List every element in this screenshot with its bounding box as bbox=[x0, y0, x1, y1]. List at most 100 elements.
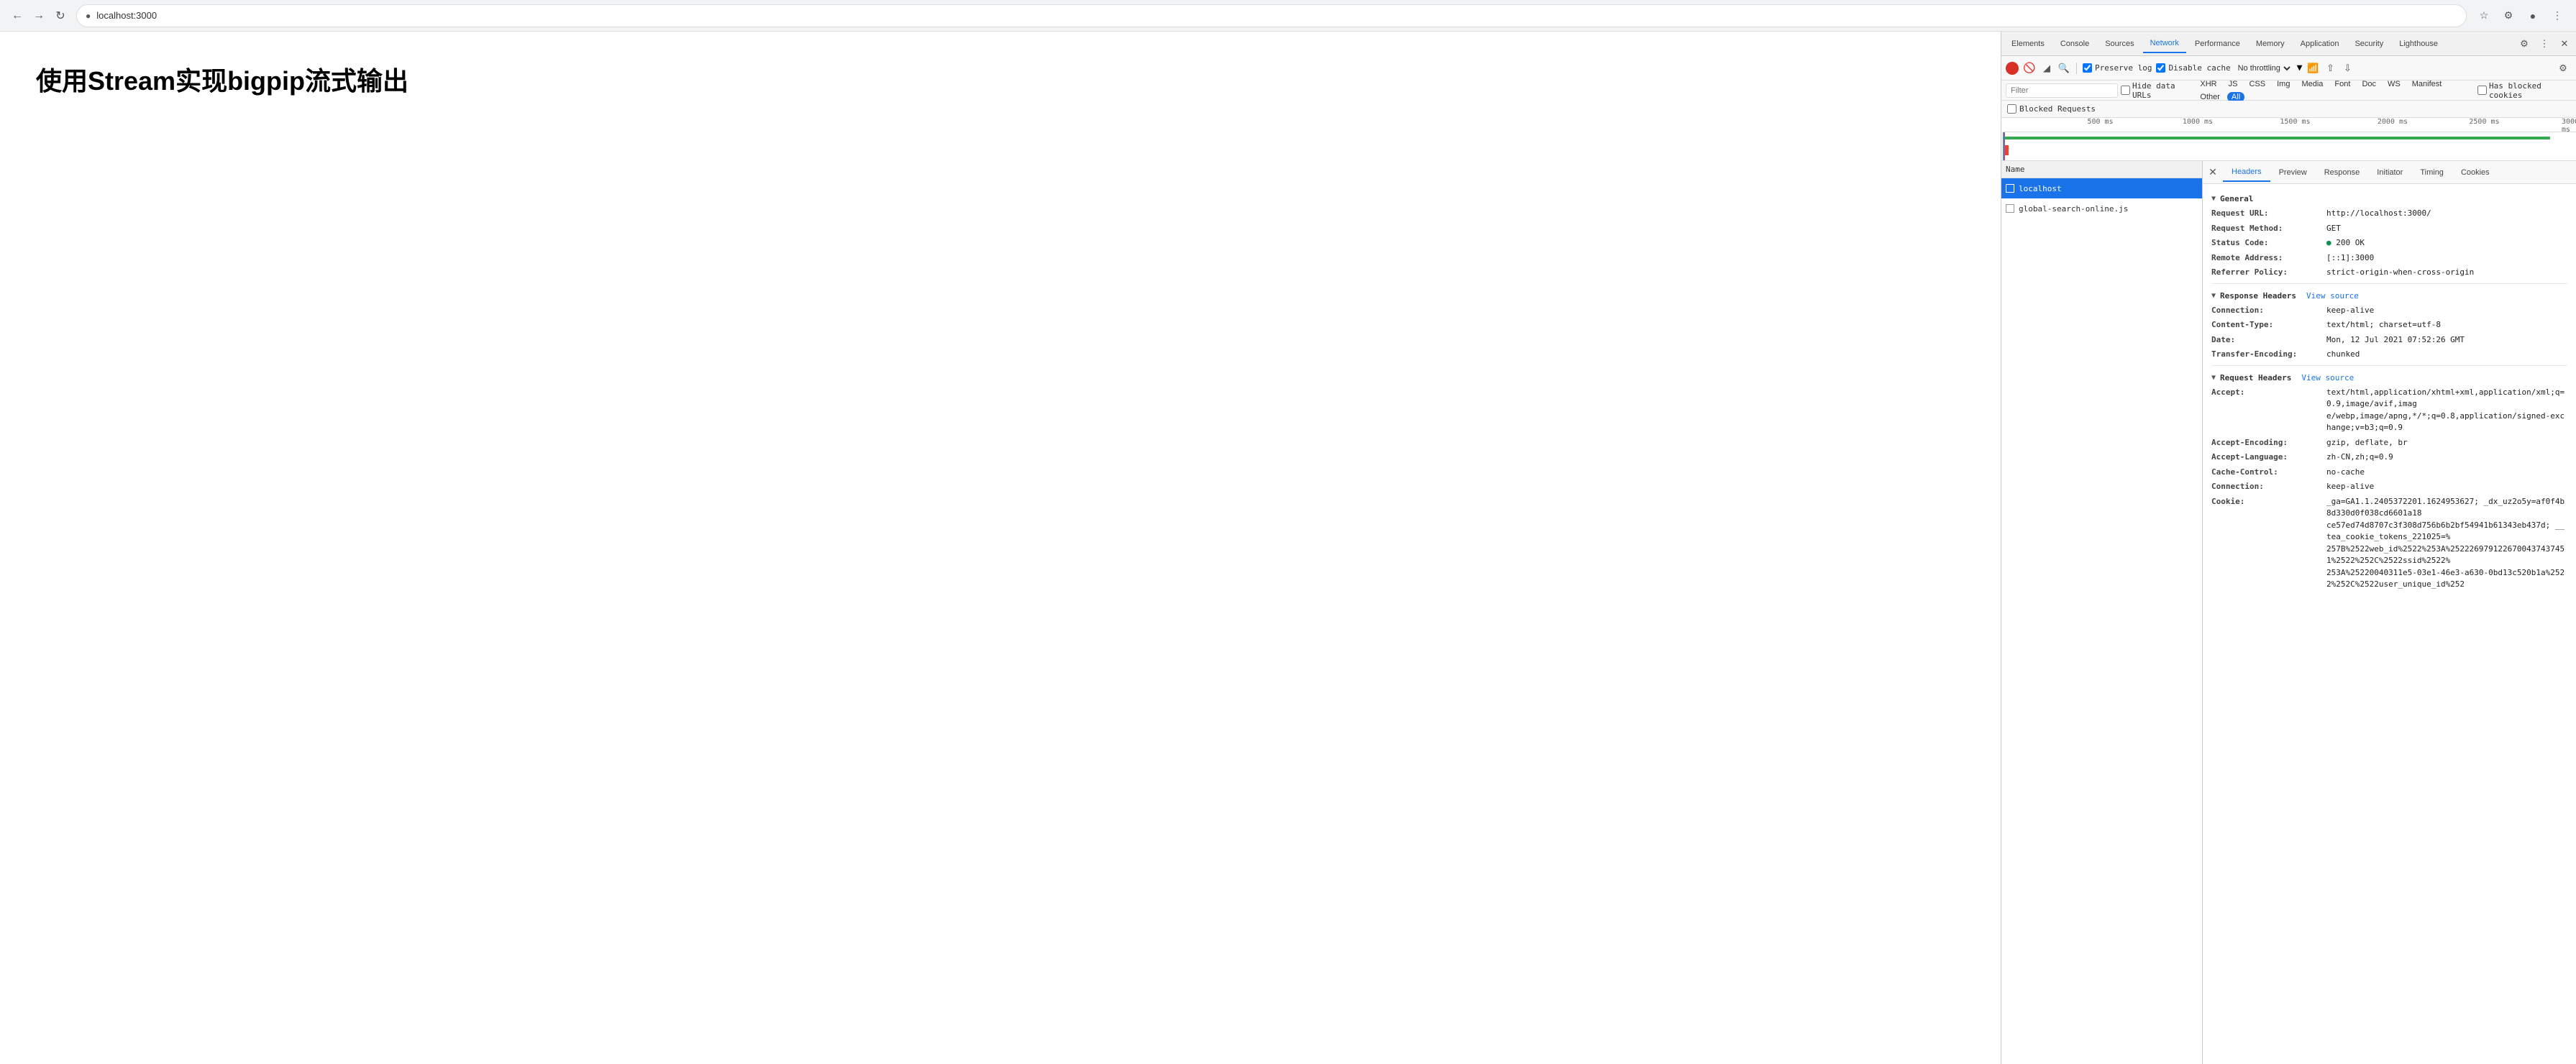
filter-type-font[interactable]: Font bbox=[2330, 79, 2355, 89]
details-tab-timing[interactable]: Timing bbox=[2411, 164, 2452, 181]
has-blocked-cookies-checkbox[interactable] bbox=[2477, 86, 2487, 95]
request-item-localhost[interactable]: localhost bbox=[2001, 178, 2202, 198]
req-cookie-row: Cookie: _ga=GA1.1.2405372201.1624953627;… bbox=[2211, 495, 2567, 592]
devtools-icons: ⚙ ⋮ ✕ bbox=[2516, 35, 2573, 52]
filter-type-manifest[interactable]: Manifest bbox=[2408, 79, 2447, 89]
request-headers-view-source[interactable]: View source bbox=[2301, 373, 2354, 382]
request-list: Name localhost global-search-online.js bbox=[2001, 161, 2203, 1064]
request-method-row: Request Method: GET bbox=[2211, 221, 2567, 237]
has-blocked-cookies-label[interactable]: Has blocked cookies bbox=[2477, 81, 2572, 100]
req-accept-language-label: Accept-Language: bbox=[2211, 451, 2326, 464]
response-headers-view-source[interactable]: View source bbox=[2306, 291, 2359, 301]
req-connection-row: Connection: keep-alive bbox=[2211, 480, 2567, 495]
address-bar[interactable]: ● localhost:3000 bbox=[76, 4, 2467, 27]
profile-button[interactable]: ● bbox=[2523, 6, 2543, 26]
network-settings-button[interactable]: ⚙ bbox=[2554, 60, 2572, 77]
request-url-value: http://localhost:3000/ bbox=[2326, 208, 2431, 220]
request-item-global-search[interactable]: global-search-online.js bbox=[2001, 198, 2202, 219]
close-devtools-button[interactable]: ✕ bbox=[2556, 35, 2573, 52]
tab-lighthouse[interactable]: Lighthouse bbox=[2392, 35, 2445, 52]
disable-cache-checkbox[interactable] bbox=[2156, 63, 2165, 73]
filter-type-xhr[interactable]: XHR bbox=[2196, 79, 2221, 89]
forward-button[interactable]: → bbox=[30, 7, 47, 24]
details-tab-cookies[interactable]: Cookies bbox=[2452, 164, 2498, 181]
import-button[interactable]: ⇧ bbox=[2324, 62, 2337, 75]
tab-network[interactable]: Network bbox=[2143, 35, 2186, 53]
page-title: 使用Stream实现bigpip流式输出 bbox=[36, 60, 1965, 98]
hide-data-urls-checkbox[interactable] bbox=[2121, 86, 2130, 95]
blocked-requests-label[interactable]: Blocked Requests bbox=[2007, 104, 2096, 114]
star-button[interactable]: ☆ bbox=[2474, 6, 2494, 26]
remote-address-value: [::1]:3000 bbox=[2326, 252, 2374, 265]
req-accept-row: Accept: text/html,application/xhtml+xml,… bbox=[2211, 385, 2567, 436]
response-headers-toggle-icon: ▼ bbox=[2211, 292, 2216, 300]
main-container: 使用Stream实现bigpip流式输出 Elements Console So… bbox=[0, 32, 2576, 1064]
tab-performance[interactable]: Performance bbox=[2188, 35, 2247, 52]
details-tab-preview[interactable]: Preview bbox=[2270, 164, 2316, 181]
section-divider-2 bbox=[2211, 365, 2567, 366]
request-headers-toggle-icon: ▼ bbox=[2211, 374, 2216, 382]
disable-cache-label: Disable cache bbox=[2168, 63, 2230, 73]
tab-elements[interactable]: Elements bbox=[2004, 35, 2052, 52]
tab-console[interactable]: Console bbox=[2053, 35, 2096, 52]
details-tab-response[interactable]: Response bbox=[2316, 164, 2369, 181]
more-options-icon-button[interactable]: ⋮ bbox=[2536, 35, 2553, 52]
filter-type-js[interactable]: JS bbox=[2224, 79, 2242, 89]
preserve-log-checkbox-label[interactable]: Preserve log bbox=[2083, 63, 2152, 73]
details-tab-bar: ✕ Headers Preview Response Initiator Tim… bbox=[2203, 161, 2576, 184]
req-cache-control-value: no-cache bbox=[2326, 467, 2365, 479]
throttle-dropdown-icon[interactable]: ▼ bbox=[2297, 63, 2303, 73]
timeline-labels: 500 ms 1000 ms 1500 ms 2000 ms 2500 ms 3… bbox=[2003, 118, 2576, 132]
devtools-tab-bar: Elements Console Sources Network Perform… bbox=[2001, 32, 2576, 56]
filter-type-media[interactable]: Media bbox=[2297, 79, 2327, 89]
resp-content-type-value: text/html; charset=utf-8 bbox=[2326, 319, 2441, 331]
devtools-panel: Elements Console Sources Network Perform… bbox=[2001, 32, 2576, 1064]
referrer-policy-label: Referrer Policy: bbox=[2211, 267, 2326, 279]
toolbar-separator-1 bbox=[2076, 63, 2077, 74]
section-divider-1 bbox=[2211, 283, 2567, 284]
timeline-bar-red bbox=[2004, 145, 2009, 155]
tab-sources[interactable]: Sources bbox=[2098, 35, 2141, 52]
request-list-header: Name bbox=[2001, 161, 2202, 178]
disable-cache-checkbox-label[interactable]: Disable cache bbox=[2156, 63, 2230, 73]
filter-type-doc[interactable]: Doc bbox=[2357, 79, 2380, 89]
details-tab-initiator[interactable]: Initiator bbox=[2368, 164, 2411, 181]
filter-type-ws[interactable]: WS bbox=[2383, 79, 2405, 89]
tl-label-3000: 3000 ms bbox=[2562, 118, 2576, 134]
record-button[interactable] bbox=[2006, 62, 2019, 75]
preserve-log-checkbox[interactable] bbox=[2083, 63, 2092, 73]
blocked-requests-checkbox[interactable] bbox=[2007, 104, 2017, 114]
filter-type-img[interactable]: Img bbox=[2273, 79, 2294, 89]
network-body: Name localhost global-search-online.js ✕… bbox=[2001, 161, 2576, 1064]
details-close-button[interactable]: ✕ bbox=[2203, 162, 2223, 183]
resp-date-label: Date: bbox=[2211, 334, 2326, 347]
response-headers-section-header[interactable]: ▼ Response Headers View source bbox=[2211, 287, 2567, 303]
tab-application[interactable]: Application bbox=[2293, 35, 2347, 52]
wifi-icon-button[interactable]: 📶 bbox=[2306, 62, 2319, 75]
details-panel: ✕ Headers Preview Response Initiator Tim… bbox=[2203, 161, 2576, 1064]
filter-type-css[interactable]: CSS bbox=[2244, 79, 2270, 89]
tab-memory[interactable]: Memory bbox=[2249, 35, 2292, 52]
req-accept-encoding-value: gzip, deflate, br bbox=[2326, 437, 2408, 449]
settings-icon-button[interactable]: ⚙ bbox=[2516, 35, 2533, 52]
filter-input[interactable] bbox=[2006, 83, 2118, 98]
extensions-button[interactable]: ⚙ bbox=[2498, 6, 2518, 26]
tl-label-2500: 2500 ms bbox=[2469, 118, 2499, 126]
hide-data-urls-label[interactable]: Hide data URLs bbox=[2121, 81, 2193, 100]
back-button[interactable]: ← bbox=[9, 7, 26, 24]
tab-security[interactable]: Security bbox=[2347, 35, 2390, 52]
browser-actions: ☆ ⚙ ● ⋮ bbox=[2474, 6, 2567, 26]
general-section-header[interactable]: ▼ General bbox=[2211, 190, 2567, 206]
resp-date-row: Date: Mon, 12 Jul 2021 07:52:26 GMT bbox=[2211, 333, 2567, 348]
search-button[interactable]: 🔍 bbox=[2057, 62, 2070, 75]
throttle-select[interactable]: No throttling bbox=[2235, 63, 2293, 73]
filter-toggle-button[interactable]: ◢ bbox=[2040, 62, 2053, 75]
clear-button[interactable]: 🚫 bbox=[2023, 62, 2036, 75]
request-method-label: Request Method: bbox=[2211, 223, 2326, 235]
details-tab-headers[interactable]: Headers bbox=[2223, 163, 2270, 182]
request-headers-section-header[interactable]: ▼ Request Headers View source bbox=[2211, 369, 2567, 385]
reload-button[interactable]: ↻ bbox=[52, 7, 69, 24]
menu-button[interactable]: ⋮ bbox=[2547, 6, 2567, 26]
req-accept-language-value: zh-CN,zh;q=0.9 bbox=[2326, 451, 2393, 464]
export-button[interactable]: ⇩ bbox=[2341, 62, 2354, 75]
